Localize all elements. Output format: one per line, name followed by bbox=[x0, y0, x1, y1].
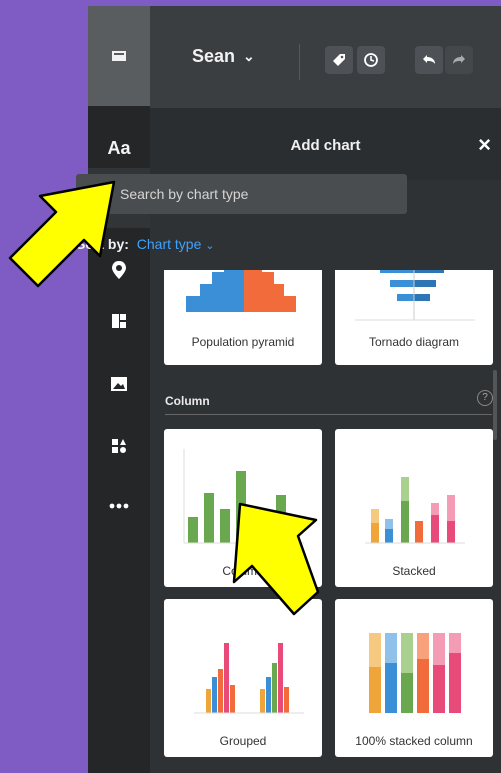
chart-card-population-pyramid[interactable]: Population pyramid bbox=[164, 270, 322, 365]
percent-stacked-chart-thumbnail bbox=[369, 633, 461, 713]
top-bar: Sean ⌄ bbox=[150, 6, 501, 108]
chart-card-100-stacked-column[interactable]: 100% stacked column bbox=[335, 599, 493, 757]
help-icon[interactable]: ? bbox=[477, 390, 493, 406]
tag-button[interactable] bbox=[325, 46, 353, 74]
chart-card-column[interactable]: Column bbox=[164, 429, 322, 587]
section-header-column: Column bbox=[165, 394, 210, 408]
tornado-diagram-thumbnail bbox=[355, 270, 475, 321]
scrollbar[interactable] bbox=[493, 370, 497, 440]
chart-card-label: Column bbox=[222, 564, 264, 578]
rail-item-shapes[interactable] bbox=[88, 416, 150, 476]
chart-card-tornado-diagram[interactable]: Tornado diagram bbox=[335, 270, 493, 365]
inbox-icon bbox=[112, 51, 126, 61]
close-icon[interactable]: × bbox=[478, 132, 491, 158]
redo-button[interactable] bbox=[445, 46, 473, 74]
search-icon bbox=[94, 187, 108, 201]
map-pin-icon bbox=[112, 261, 126, 279]
column-chart-thumbnail bbox=[183, 449, 304, 544]
chart-gallery: Population pyramid Tornado diagram Colum… bbox=[150, 270, 501, 767]
text-tool-label: Aa bbox=[107, 137, 131, 158]
chart-card-grouped[interactable]: Grouped bbox=[164, 599, 322, 757]
more-icon bbox=[109, 503, 129, 509]
shapes-icon bbox=[112, 439, 126, 453]
search-box[interactable] bbox=[76, 174, 407, 214]
tag-icon bbox=[333, 54, 345, 66]
image-icon bbox=[111, 377, 127, 391]
stacked-chart-thumbnail bbox=[365, 477, 465, 544]
account-name: Sean bbox=[192, 46, 236, 66]
clock-icon bbox=[364, 53, 378, 67]
chart-card-label: Stacked bbox=[392, 564, 436, 578]
sort-label: Sort by: bbox=[76, 236, 129, 252]
chart-card-label: Population pyramid bbox=[191, 335, 295, 349]
redo-icon bbox=[453, 55, 465, 64]
panel-header: Add chart × bbox=[150, 108, 501, 180]
population-pyramid-thumbnail bbox=[186, 270, 296, 312]
rail-item-more[interactable] bbox=[88, 476, 150, 536]
chevron-down-icon: ⌄ bbox=[243, 48, 255, 64]
divider bbox=[299, 44, 300, 80]
rail-item-media[interactable] bbox=[88, 354, 150, 414]
undo-button[interactable] bbox=[415, 46, 443, 74]
sort-value: Chart type bbox=[136, 236, 202, 252]
sort-control: Sort by: Chart type ⌄ bbox=[76, 236, 214, 252]
chart-card-label: 100% stacked column bbox=[355, 734, 473, 748]
grouped-chart-thumbnail bbox=[194, 643, 304, 714]
panel-title: Add chart bbox=[290, 137, 361, 154]
account-switcher[interactable]: Sean ⌄ bbox=[192, 46, 255, 67]
history-button[interactable] bbox=[357, 46, 385, 74]
left-rail: Aa bbox=[88, 6, 150, 773]
layout-icon bbox=[112, 314, 126, 328]
section-divider bbox=[165, 414, 492, 415]
rail-item-inbox[interactable] bbox=[88, 6, 150, 106]
chart-card-label: Grouped bbox=[219, 734, 267, 748]
undo-icon bbox=[423, 55, 435, 64]
chart-card-stacked[interactable]: Stacked bbox=[335, 429, 493, 587]
rail-item-layout[interactable] bbox=[88, 291, 150, 351]
chart-card-label: Tornado diagram bbox=[368, 335, 460, 349]
sort-dropdown[interactable]: Chart type ⌄ bbox=[137, 236, 215, 252]
search-input[interactable] bbox=[118, 185, 392, 203]
chevron-down-icon: ⌄ bbox=[205, 240, 215, 252]
